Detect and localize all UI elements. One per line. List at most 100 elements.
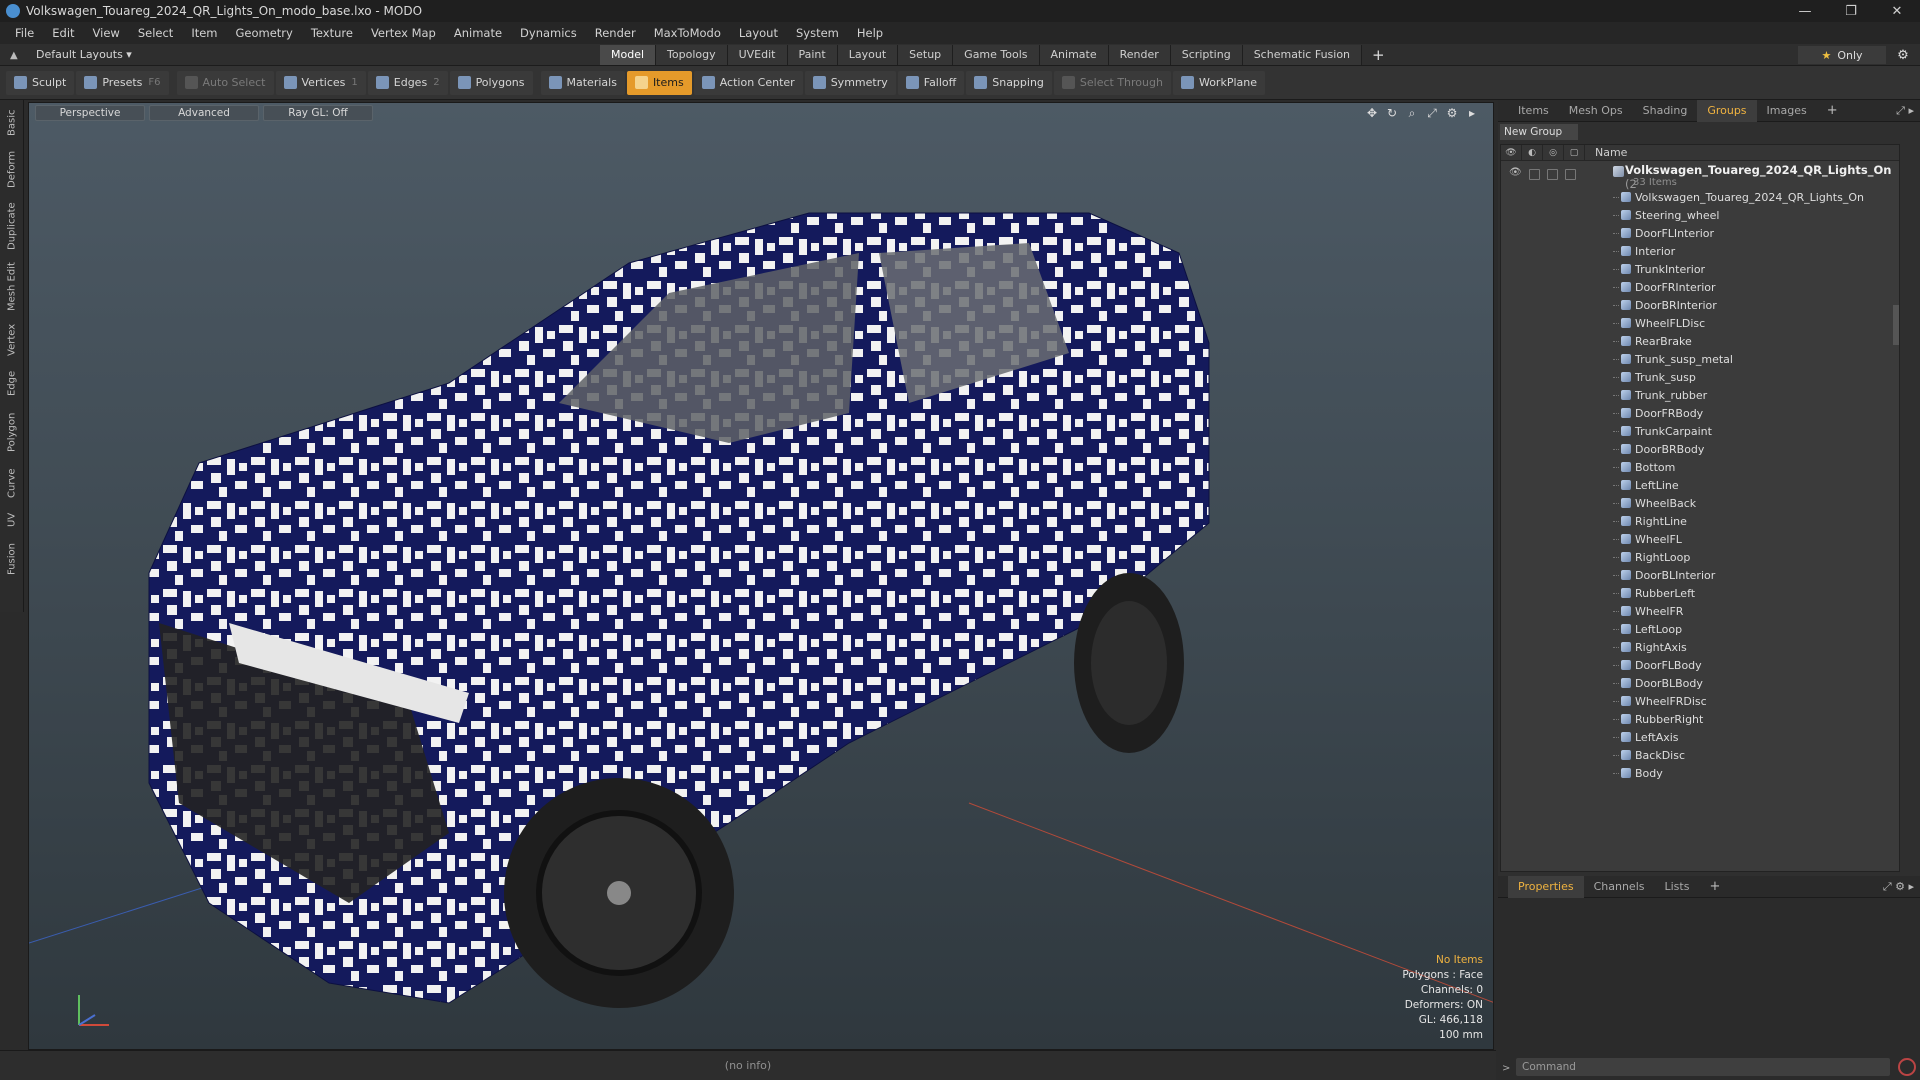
add-tab-button[interactable]: + xyxy=(1362,45,1395,65)
tab-shading[interactable]: Shading xyxy=(1633,100,1698,122)
workplane-button[interactable]: WorkPlane xyxy=(1172,70,1265,95)
left-tab-polygon[interactable]: Polygon xyxy=(2,406,22,458)
group-child-item[interactable]: DoorBRInterior xyxy=(1613,296,1899,314)
menu-edit[interactable]: Edit xyxy=(43,26,83,40)
edges-button[interactable]: Edges 2 xyxy=(367,70,448,95)
group-child-item[interactable]: RearBrake xyxy=(1613,332,1899,350)
new-group-button[interactable]: New Group xyxy=(1500,124,1578,140)
action-center-button[interactable]: Action Center xyxy=(693,70,803,95)
tab-game-tools[interactable]: Game Tools xyxy=(953,44,1040,65)
tab-uvedit[interactable]: UVEdit xyxy=(727,44,788,65)
3d-viewport[interactable]: Perspective Advanced Ray GL: Off ✥ ↻ ⌕ ⤢… xyxy=(28,102,1494,1050)
group-child-item[interactable]: TrunkInterior xyxy=(1613,260,1899,278)
render-toggle[interactable] xyxy=(1529,169,1540,180)
group-child-item[interactable]: DoorBLBody xyxy=(1613,674,1899,692)
group-child-item[interactable]: BackDisc xyxy=(1613,746,1899,764)
group-child-item[interactable]: Trunk_rubber xyxy=(1613,386,1899,404)
group-child-item[interactable]: RightAxis xyxy=(1613,638,1899,656)
group-root-row[interactable]: 👁 Volkswagen_Touareg_2024_QR_Lights_On (… xyxy=(1501,161,1899,191)
layout-selector[interactable]: ▲ Default Layouts ▾ xyxy=(0,48,600,61)
menu-system[interactable]: System xyxy=(787,26,848,40)
select-column-icon[interactable]: ▢ xyxy=(1564,144,1585,161)
left-tab-uv[interactable]: UV xyxy=(2,508,22,532)
menu-item[interactable]: Item xyxy=(182,26,226,40)
items-button[interactable]: Items xyxy=(626,70,692,95)
tab-channels[interactable]: Channels xyxy=(1584,876,1655,898)
group-child-item[interactable]: Bottom xyxy=(1613,458,1899,476)
tab-animate[interactable]: Animate xyxy=(1039,44,1109,65)
menu-vertex-map[interactable]: Vertex Map xyxy=(362,26,445,40)
menu-geometry[interactable]: Geometry xyxy=(227,26,302,40)
group-child-item[interactable]: RightLoop xyxy=(1613,548,1899,566)
group-child-item[interactable]: WheelFL xyxy=(1613,530,1899,548)
visibility-column-icon[interactable]: 👁 xyxy=(1501,144,1522,161)
group-child-item[interactable]: RubberLeft xyxy=(1613,584,1899,602)
tab-paint[interactable]: Paint xyxy=(787,44,838,65)
group-child-item[interactable]: LeftLoop xyxy=(1613,620,1899,638)
menu-animate[interactable]: Animate xyxy=(445,26,511,40)
fit-icon[interactable]: ⤢ xyxy=(1425,106,1439,121)
left-tab-fusion[interactable]: Fusion xyxy=(2,538,22,580)
tab-scripting[interactable]: Scripting xyxy=(1170,44,1243,65)
viewport-tab-advanced[interactable]: Advanced xyxy=(149,105,259,121)
left-tab-vertex[interactable]: Vertex xyxy=(2,320,22,360)
group-child-item[interactable]: LeftLine xyxy=(1613,476,1899,494)
vertices-button[interactable]: Vertices 1 xyxy=(275,70,366,95)
group-child-item[interactable]: WheelFRDisc xyxy=(1613,692,1899,710)
presets-button[interactable]: Presets F6 xyxy=(76,70,169,95)
menu-layout[interactable]: Layout xyxy=(730,26,787,40)
tab-items[interactable]: Items xyxy=(1508,100,1559,122)
group-child-item[interactable]: DoorBLInterior xyxy=(1613,566,1899,584)
group-child-item[interactable]: DoorFRInterior xyxy=(1613,278,1899,296)
tab-model[interactable]: Model xyxy=(600,44,657,65)
group-child-item[interactable]: Body xyxy=(1613,764,1899,782)
left-tab-mesh-edit[interactable]: Mesh Edit xyxy=(2,260,22,314)
group-child-item[interactable]: DoorFLInterior xyxy=(1613,224,1899,242)
only-button[interactable]: ★ Only xyxy=(1798,46,1886,64)
rotate-icon[interactable]: ↻ xyxy=(1385,106,1399,121)
group-child-item[interactable]: DoorFRBody xyxy=(1613,404,1899,422)
name-column-header[interactable]: Name xyxy=(1585,146,1627,159)
group-child-item[interactable]: DoorBRBody xyxy=(1613,440,1899,458)
select-toggle[interactable] xyxy=(1565,169,1576,180)
left-tab-edge[interactable]: Edge xyxy=(2,366,22,400)
lock-toggle[interactable] xyxy=(1547,169,1558,180)
group-child-item[interactable]: WheelFR xyxy=(1613,602,1899,620)
tab-groups[interactable]: Groups xyxy=(1697,99,1757,122)
viewport-tab-perspective[interactable]: Perspective xyxy=(35,105,145,121)
lock-column-icon[interactable]: ◎ xyxy=(1543,144,1564,161)
symmetry-button[interactable]: Symmetry xyxy=(804,70,896,95)
group-child-item[interactable]: LeftAxis xyxy=(1613,728,1899,746)
left-tab-basic[interactable]: Basic xyxy=(2,106,22,140)
menu-file[interactable]: File xyxy=(6,26,43,40)
group-child-item[interactable]: WheelFLDisc xyxy=(1613,314,1899,332)
add-props-tab-button[interactable]: + xyxy=(1699,876,1730,898)
group-child-item[interactable]: RightLine xyxy=(1613,512,1899,530)
add-panel-tab-button[interactable]: + xyxy=(1817,100,1848,122)
menu-maxtomodo[interactable]: MaxToModo xyxy=(645,26,730,40)
tab-mesh-ops[interactable]: Mesh Ops xyxy=(1559,100,1633,122)
zoom-icon[interactable]: ⌕ xyxy=(1405,106,1419,121)
group-child-item[interactable]: RubberRight xyxy=(1613,710,1899,728)
expand-props-icon[interactable]: ⤢ ⚙ ▸ xyxy=(1883,880,1914,894)
tab-properties[interactable]: Properties xyxy=(1508,875,1584,898)
viewport-tab-raygl[interactable]: Ray GL: Off xyxy=(263,105,373,121)
tree-scrollbar[interactable] xyxy=(1893,305,1899,345)
group-child-item[interactable]: DoorFLBody xyxy=(1613,656,1899,674)
snapping-button[interactable]: Snapping xyxy=(966,70,1052,95)
tab-layout[interactable]: Layout xyxy=(837,44,899,65)
command-record-icon[interactable] xyxy=(1898,1058,1916,1076)
select-through-button[interactable]: Select Through xyxy=(1053,70,1171,95)
expand-panel-icon[interactable]: ⤢ ▸ xyxy=(1896,104,1914,118)
eye-icon[interactable]: 👁 xyxy=(1509,167,1522,178)
tab-schematic-fusion[interactable]: Schematic Fusion xyxy=(1242,44,1363,65)
restore-button[interactable]: ❐ xyxy=(1828,0,1874,22)
menu-render[interactable]: Render xyxy=(586,26,645,40)
group-child-item[interactable]: Trunk_susp xyxy=(1613,368,1899,386)
group-child-item[interactable]: Trunk_susp_metal xyxy=(1613,350,1899,368)
tab-setup[interactable]: Setup xyxy=(898,44,954,65)
expand-icon[interactable]: ▸ xyxy=(1465,106,1479,121)
menu-dynamics[interactable]: Dynamics xyxy=(511,26,586,40)
falloff-button[interactable]: Falloff xyxy=(897,70,965,95)
menu-select[interactable]: Select xyxy=(129,26,182,40)
